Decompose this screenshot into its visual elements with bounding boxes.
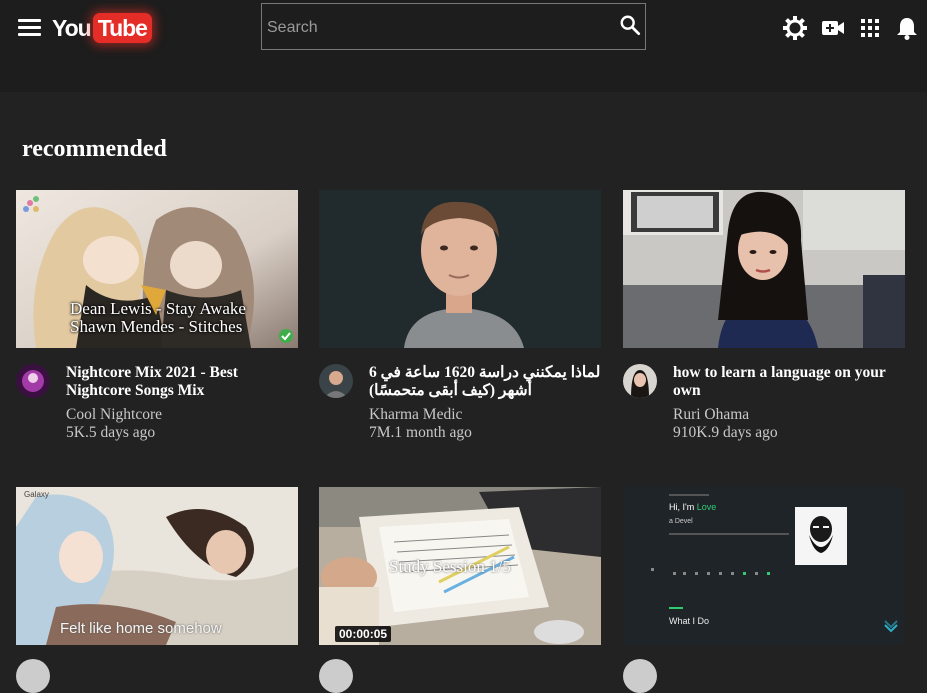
video-meta: 5K.5 days ago [66, 424, 156, 441]
video-meta: 7M.1 month ago [369, 424, 472, 441]
channel-avatar[interactable] [319, 364, 353, 398]
search-box [261, 3, 646, 51]
channel-name[interactable]: Kharma Medic [369, 406, 462, 424]
thumbnail-corner-text: Galaxy [24, 490, 49, 499]
video-card[interactable]: Study Session 1/5 00:00:05 [319, 487, 601, 693]
apps-icon[interactable] [857, 15, 883, 41]
youtube-logo[interactable]: You Tube [52, 10, 152, 46]
thumbnail-overlay-text: Felt like home somehow [60, 620, 222, 637]
portfolio-section-label: What I Do [669, 616, 710, 626]
portfolio-name-text: Love [696, 502, 717, 512]
video-title[interactable]: Nightcore Mix 2021 - Best Nightcore Song… [66, 364, 298, 400]
section-title: recommended [22, 136, 167, 162]
video-title[interactable]: لماذا يمكنني دراسة 1620 ساعة في 6 أشهر (… [369, 364, 601, 400]
video-thumbnail[interactable]: Dean Lewis - Stay Awake Shawn Mendes - S… [16, 190, 298, 348]
channel-avatar[interactable] [16, 364, 50, 398]
top-header: You Tube [0, 0, 927, 92]
thumbnail-overlay-text: Study Session 1/5 [389, 557, 511, 576]
logo-you-text: You [52, 14, 92, 41]
channel-avatar[interactable] [623, 659, 657, 693]
thumbnail-overlay-line1: Dean Lewis - Stay Awake [70, 299, 246, 318]
video-card[interactable]: how to learn a language on your own Ruri… [623, 190, 905, 450]
video-thumbnail[interactable]: Hi, I'm Love a Devel What I Do [623, 487, 905, 645]
video-duration: 00:00:05 [335, 626, 392, 642]
video-card[interactable]: Galaxy Felt like home somehow [16, 487, 298, 693]
create-video-icon[interactable] [820, 15, 846, 41]
video-title[interactable]: how to learn a language on your own [673, 364, 905, 400]
video-meta: 910K.9 days ago [673, 424, 778, 441]
portfolio-greeting: Hi, I'm Love [669, 502, 716, 512]
portfolio-greeting-text: Hi, I'm [669, 502, 695, 512]
channel-name[interactable]: Ruri Ohama [673, 406, 749, 424]
video-card[interactable]: Hi, I'm Love a Devel What I Do [623, 487, 905, 693]
video-card[interactable]: Dean Lewis - Stay Awake Shawn Mendes - S… [16, 190, 298, 450]
video-thumbnail[interactable] [623, 190, 905, 348]
channel-avatar[interactable] [16, 659, 50, 693]
search-icon[interactable] [619, 14, 641, 36]
video-thumbnail[interactable]: Galaxy Felt like home somehow [16, 487, 298, 645]
menu-icon[interactable] [18, 18, 41, 36]
portfolio-subtitle: a Devel [669, 518, 693, 525]
notifications-icon[interactable] [894, 15, 920, 41]
logo-tube-text: Tube [92, 13, 152, 43]
video-thumbnail[interactable] [319, 190, 601, 348]
video-thumbnail[interactable]: Study Session 1/5 00:00:05 [319, 487, 601, 645]
search-input[interactable] [265, 4, 609, 51]
channel-avatar[interactable] [319, 659, 353, 693]
channel-name[interactable]: Cool Nightcore [66, 406, 162, 424]
theme-icon[interactable] [782, 15, 808, 41]
channel-avatar[interactable] [623, 364, 657, 398]
thumbnail-overlay-line2: Shawn Mendes - Stitches [70, 317, 243, 336]
video-card[interactable]: لماذا يمكنني دراسة 1620 ساعة في 6 أشهر (… [319, 190, 601, 450]
